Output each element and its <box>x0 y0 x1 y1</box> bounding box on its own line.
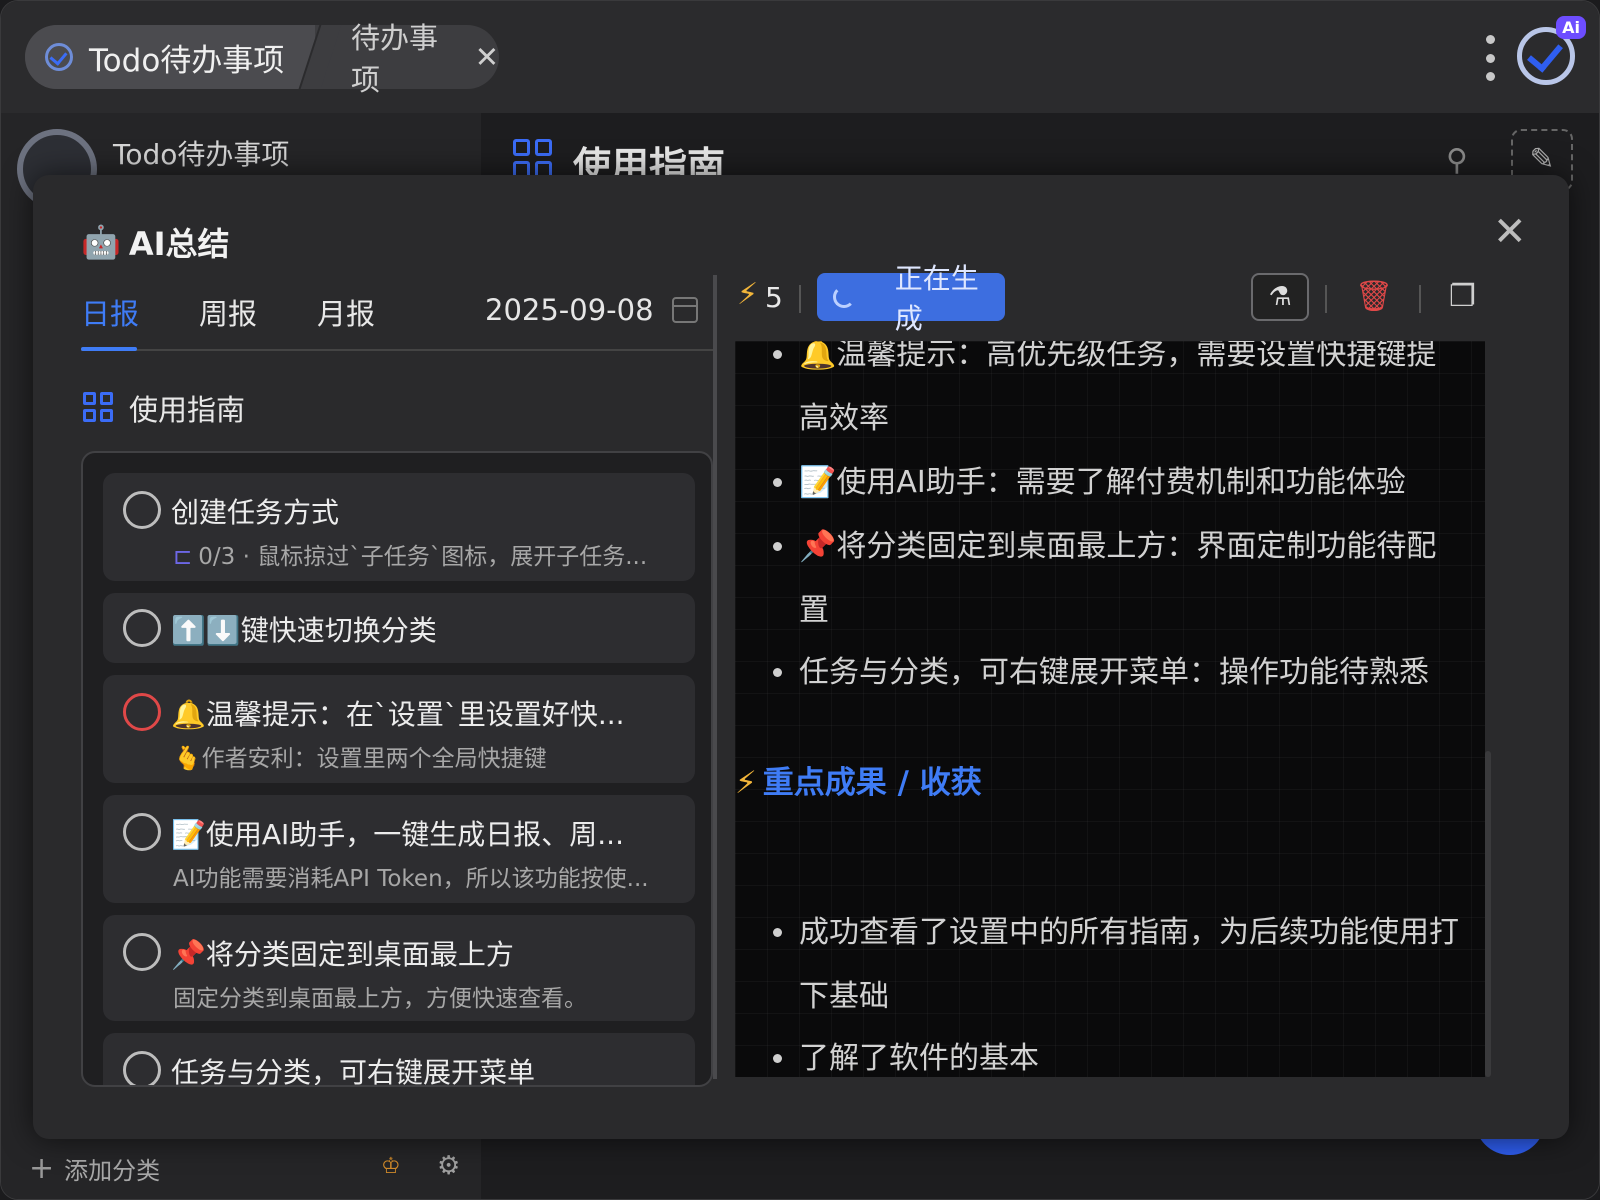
summary-bullet: 任务与分类，可右键展开菜单：操作功能待熟悉 <box>773 641 1459 705</box>
app-logo-icon[interactable]: Ai <box>1517 16 1586 85</box>
generating-button[interactable]: 正在生成 <box>817 262 1005 335</box>
task-subtitle: 🫰作者安利：设置里两个全局快捷键 <box>173 746 547 772</box>
list-item[interactable]: 任务与分类，可右键展开菜单 <box>103 1033 695 1087</box>
task-checkbox[interactable] <box>123 1051 161 1085</box>
category-header: 使用指南 <box>83 387 245 429</box>
title-bar: Todo待办事项 待办事项 ✕ Ai <box>1 1 1599 113</box>
sidebar-title: Todo待办事项 <box>113 138 290 171</box>
grid-icon <box>83 392 115 424</box>
summary-bullet: 了解了软件的基本 <box>773 1027 1459 1077</box>
plus-icon: + <box>29 1151 55 1186</box>
active-tab-underline <box>81 347 137 351</box>
robot-icon: 🤖 <box>81 223 121 261</box>
summary-bullet-text: 📝使用AI助手：需要了解付费机制和功能体验 <box>799 465 1406 500</box>
tab-daily[interactable]: 日报 <box>81 291 139 333</box>
task-checkbox[interactable] <box>123 693 161 731</box>
summary-bullet-text: 了解了软件的基本 <box>799 1041 1039 1076</box>
date-picker[interactable]: 2025-09-08 <box>485 293 698 327</box>
ai-badge: Ai <box>1556 16 1586 39</box>
token-count: 5 <box>765 281 783 314</box>
more-menu-icon[interactable] <box>1485 35 1495 81</box>
summary-bullet: 成功查看了设置中的所有指南，为后续功能使用打下基础 <box>773 901 1459 1029</box>
list-item[interactable]: 📌将分类固定到桌面最上方 固定分类到桌面最上方，方便快速查看。 <box>103 915 695 1021</box>
bolt-icon: ⚡ <box>737 277 759 312</box>
toolbar-divider <box>1419 285 1421 313</box>
add-category-label: 添加分类 <box>64 1157 161 1185</box>
task-title: 🔔温馨提示：在`设置`里设置好快... <box>171 698 625 731</box>
summary-bullet: 🔔温馨提示：高优先级任务，需要设置快捷键提高效率 <box>773 341 1459 451</box>
task-checkbox[interactable] <box>123 813 161 851</box>
add-category-button[interactable]: + 添加分类 <box>29 1151 160 1186</box>
spinner-icon <box>833 286 855 308</box>
trash-icon[interactable]: 🗑 <box>1355 279 1393 314</box>
section-heading: ⚡ 重点成果 / 收获 <box>735 757 982 802</box>
summary-toolbar: ⚡ 5 正在生成 ⚗ 🗑 ❐ <box>737 262 1513 335</box>
task-title: ⬆️⬇️键快速切换分类 <box>171 614 437 647</box>
task-subtitle-text: 0/3 · 鼠标掠过`子任务`图标，展开子任务... <box>198 544 648 570</box>
pin-icon[interactable]: ⚲ <box>1446 143 1468 178</box>
task-list: 创建任务方式 ⊏ 0/3 · 鼠标掠过`子任务`图标，展开子任务... ⬆️⬇️键… <box>81 451 713 1087</box>
task-title: 📝使用AI助手，一键生成日报、周... <box>171 818 624 851</box>
task-subtitle: 固定分类到桌面最上方，方便快速查看。 <box>173 986 587 1012</box>
list-item[interactable]: ⬆️⬇️键快速切换分类 <box>103 593 695 663</box>
toolbar-divider <box>799 285 801 313</box>
subtask-icon[interactable]: ⊏ <box>173 544 192 570</box>
tab-weekly[interactable]: 周报 <box>199 291 257 333</box>
summary-bullet-text: 📌将分类固定到桌面最上方：界面定制功能待配置 <box>799 529 1437 628</box>
list-item[interactable]: 创建任务方式 ⊏ 0/3 · 鼠标掠过`子任务`图标，展开子任务... <box>103 473 695 581</box>
tab-group: Todo待办事项 待办事项 ✕ <box>25 21 499 97</box>
scrollbar[interactable] <box>1485 751 1491 1077</box>
task-subtitle: ⊏ 0/3 · 鼠标掠过`子任务`图标，展开子任务... <box>173 537 647 571</box>
list-item[interactable]: 🔔温馨提示：在`设置`里设置好快... 🫰作者安利：设置里两个全局快捷键 <box>103 675 695 783</box>
task-title: 创建任务方式 <box>171 496 340 529</box>
summary-bullet: 📌将分类固定到桌面最上方：界面定制功能待配置 <box>773 515 1459 643</box>
close-icon[interactable]: ✕ <box>475 40 499 74</box>
summary-bullet: 📝使用AI助手：需要了解付费机制和功能体验 <box>773 451 1459 515</box>
category-name: 使用指南 <box>129 393 246 427</box>
summary-bullet-text: 🔔温馨提示：高优先级任务，需要设置快捷键提高效率 <box>799 341 1437 436</box>
gear-icon[interactable]: ⚙ <box>437 1151 460 1181</box>
modal-close-icon[interactable]: ✕ <box>1493 209 1527 255</box>
summary-bullet-text: 成功查看了设置中的所有指南，为后续功能使用打下基础 <box>799 915 1459 1014</box>
copy-icon[interactable]: ❐ <box>1449 279 1476 314</box>
tab-monthly[interactable]: 月报 <box>317 291 375 333</box>
todo-check-icon <box>45 43 73 71</box>
tab-todo-list[interactable]: 待办事项 ✕ <box>351 21 499 97</box>
date-value: 2025-09-08 <box>485 293 654 327</box>
flask-icon[interactable]: ⚗ <box>1251 273 1309 321</box>
toolbar-divider <box>1325 285 1327 313</box>
task-title: 📌将分类固定到桌面最上方 <box>171 938 514 971</box>
bolt-icon: ⚡ <box>735 765 757 801</box>
modal-title-text: AI总结 <box>128 225 230 263</box>
app-window: Todo待办事项 待办事项 ✕ Ai Todo待办事项 使用指南 ⚲ ✎ + 添… <box>0 0 1600 1200</box>
modal-title: 🤖 AI总结 <box>81 219 230 265</box>
task-checkbox[interactable] <box>123 933 161 971</box>
ai-summary-modal: 🤖 AI总结 ✕ 日报 周报 月报 2025-09-08 使用指南 创建任务方式… <box>33 175 1569 1139</box>
section-heading-text: 重点成果 / 收获 <box>762 765 982 801</box>
task-subtitle: AI功能需要消耗API Token，所以该功能按使... <box>173 866 649 892</box>
task-checkbox[interactable] <box>123 609 161 647</box>
tab-todo-list-label: 待办事项 <box>351 21 439 97</box>
task-title: 任务与分类，可右键展开菜单 <box>171 1056 536 1087</box>
tab-todo-app[interactable]: Todo待办事项 <box>25 25 315 89</box>
tab-todo-app-label: Todo待办事项 <box>89 42 285 79</box>
summary-content: 🔔温馨提示：高优先级任务，需要设置快捷键提高效率 📝使用AI助手：需要了解付费机… <box>735 341 1485 1077</box>
pane-divider[interactable] <box>713 275 717 1079</box>
task-checkbox[interactable] <box>123 491 161 529</box>
calendar-icon <box>671 297 698 323</box>
summary-bullet-text: 任务与分类，可右键展开菜单：操作功能待熟悉 <box>799 655 1429 690</box>
list-item[interactable]: 📝使用AI助手，一键生成日报、周... AI功能需要消耗API Token，所以… <box>103 795 695 903</box>
crown-icon[interactable]: ♔ <box>381 1154 401 1179</box>
generating-label: 正在生成 <box>894 262 979 335</box>
